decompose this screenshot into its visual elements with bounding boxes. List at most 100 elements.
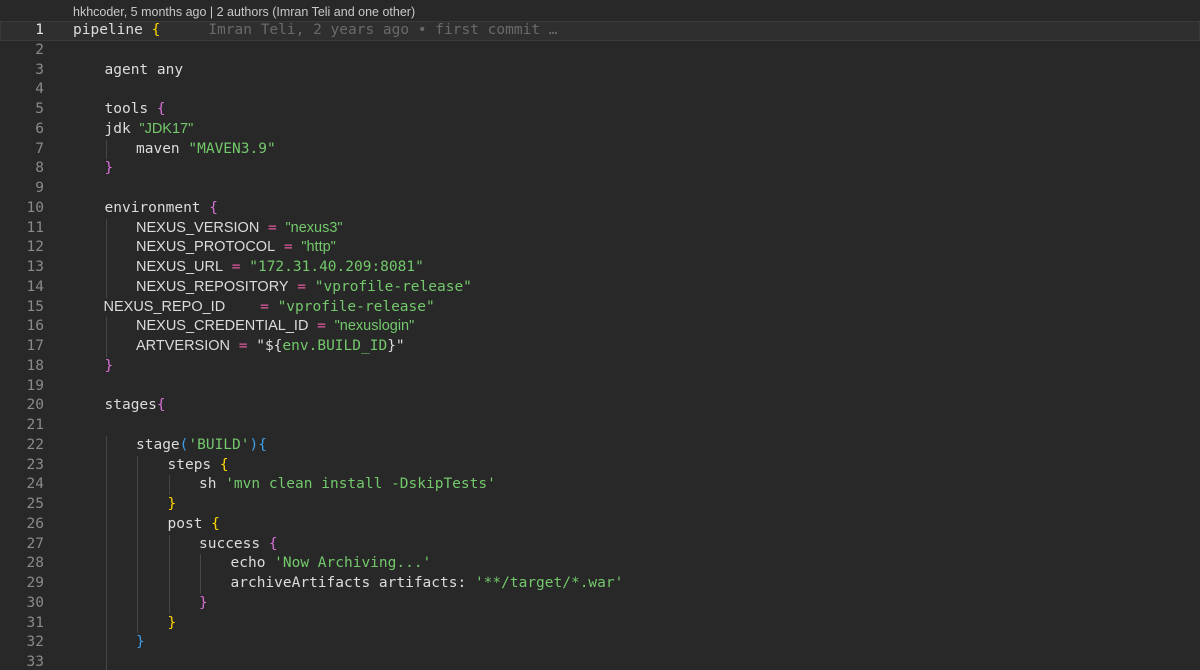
line-number[interactable]: 30 — [0, 594, 44, 614]
code-text[interactable]: maven "MAVEN3.9" — [136, 140, 276, 160]
code-line[interactable]: 28 echo 'Now Archiving...' — [0, 554, 1200, 574]
code-line[interactable]: 23 steps { — [0, 455, 1200, 476]
line-number[interactable]: 1 — [0, 21, 44, 41]
code-line[interactable]: 15 NEXUS_REPO_ID = "vprofile-release" — [0, 298, 1200, 318]
git-blame-annotation[interactable]: Imran Teli, 2 years ago • first commit … — [208, 22, 557, 38]
line-number[interactable]: 22 — [0, 436, 44, 456]
code-text[interactable]: } — [105, 357, 114, 377]
codelens-authors[interactable]: hkhcoder, 5 months ago | 2 authors (Imra… — [73, 4, 415, 21]
line-number[interactable]: 7 — [0, 140, 44, 160]
line-number[interactable]: 17 — [0, 337, 44, 357]
code-line[interactable]: 26 post { — [0, 514, 1200, 535]
line-number[interactable]: 15 — [0, 298, 44, 318]
line-number[interactable]: 32 — [0, 633, 44, 653]
code-line[interactable]: 11 NEXUS_VERSION = "nexus3" — [0, 218, 1200, 239]
code-token: "nexus3" — [285, 219, 343, 236]
code-text[interactable]: agent any — [105, 61, 184, 81]
code-text[interactable]: stage('BUILD'){ — [136, 436, 267, 456]
line-number[interactable]: 18 — [0, 357, 44, 377]
code-text[interactable]: NEXUS_CREDENTIAL_ID = "nexuslogin" — [136, 317, 414, 337]
code-text[interactable]: } — [168, 614, 177, 634]
code-line[interactable]: 12 NEXUS_PROTOCOL = "http" — [0, 238, 1200, 258]
line-number[interactable]: 11 — [0, 219, 44, 239]
code-text[interactable]: echo 'Now Archiving...' — [231, 554, 432, 574]
code-text[interactable]: } — [199, 594, 208, 614]
line-number[interactable]: 23 — [0, 456, 44, 476]
line-number[interactable]: 26 — [0, 515, 44, 535]
code-text[interactable]: } — [136, 633, 145, 653]
code-text[interactable]: environment { — [105, 199, 219, 219]
code-text[interactable]: NEXUS_PROTOCOL = "http" — [136, 238, 336, 258]
code-text[interactable]: stages{ — [105, 396, 166, 416]
code-text[interactable]: } — [105, 159, 114, 179]
code-line[interactable]: 17 ARTVERSION = "${env.BUILD_ID}" — [0, 337, 1200, 357]
line-number[interactable]: 12 — [0, 238, 44, 258]
line-number[interactable]: 9 — [0, 179, 44, 199]
code-text[interactable]: post { — [168, 515, 220, 535]
code-line[interactable]: 16 NEXUS_CREDENTIAL_ID = "nexuslogin" — [0, 317, 1200, 337]
code-token: NEXUS_VERSION — [136, 219, 260, 236]
code-text[interactable]: NEXUS_REPOSITORY = "vprofile-release" — [136, 278, 472, 298]
code-text[interactable]: pipeline {Imran Teli, 2 years ago • firs… — [73, 21, 558, 41]
code-text[interactable]: steps { — [168, 456, 229, 476]
line-number[interactable]: 14 — [0, 278, 44, 298]
code-line[interactable]: 8} — [0, 159, 1200, 179]
line-number[interactable]: 13 — [0, 258, 44, 278]
code-line[interactable]: 9 — [0, 179, 1200, 199]
line-number[interactable]: 33 — [0, 653, 44, 670]
code-text[interactable]: success { — [199, 535, 278, 555]
code-line[interactable]: 19 — [0, 377, 1200, 397]
code-editor[interactable]: 1 pipeline {Imran Teli, 2 years ago • fir… — [0, 21, 1200, 670]
code-line[interactable]: 13 NEXUS_URL = "172.31.40.209:8081" — [0, 258, 1200, 278]
line-number[interactable]: 19 — [0, 377, 44, 397]
code-text[interactable]: tools { — [105, 100, 166, 120]
line-number[interactable]: 10 — [0, 199, 44, 219]
code-line[interactable]: 4 — [0, 80, 1200, 100]
code-line[interactable]: 21 — [0, 416, 1200, 436]
code-text[interactable]: NEXUS_VERSION = "nexus3" — [136, 219, 343, 239]
code-line[interactable]: 18} — [0, 357, 1200, 377]
line-number[interactable]: 5 — [0, 100, 44, 120]
line-number[interactable]: 31 — [0, 614, 44, 634]
code-line[interactable]: 24 sh 'mvn clean install -DskipTests' — [0, 475, 1200, 495]
code-line[interactable]: 25} — [0, 495, 1200, 515]
code-line[interactable]: 22 stage('BUILD'){ — [0, 435, 1200, 456]
code-line[interactable]: 6 jdk "JDK17" — [0, 120, 1200, 140]
code-line[interactable]: 14 NEXUS_REPOSITORY = "vprofile-release" — [0, 277, 1200, 298]
code-text[interactable]: jdk "JDK17" — [105, 120, 194, 140]
line-number[interactable]: 16 — [0, 317, 44, 337]
code-token: "MAVEN3.9" — [188, 140, 276, 157]
code-line[interactable]: 7 maven "MAVEN3.9" — [0, 139, 1200, 160]
line-number[interactable]: 24 — [0, 475, 44, 495]
line-number[interactable]: 21 — [0, 416, 44, 436]
line-number[interactable]: 20 — [0, 396, 44, 416]
code-text[interactable]: NEXUS_URL = "172.31.40.209:8081" — [136, 258, 424, 278]
line-number[interactable]: 27 — [0, 535, 44, 555]
line-number[interactable]: 4 — [0, 80, 44, 100]
line-number[interactable]: 6 — [0, 120, 44, 140]
code-line[interactable]: 2 — [0, 41, 1200, 61]
code-line[interactable]: 3 agent any — [0, 61, 1200, 81]
code-line[interactable]: 31} — [0, 613, 1200, 634]
line-number[interactable]: 29 — [0, 574, 44, 594]
line-number[interactable]: 28 — [0, 554, 44, 574]
line-number[interactable]: 3 — [0, 61, 44, 81]
code-token: '**/target/*.war' — [474, 575, 624, 591]
line-number[interactable]: 2 — [0, 41, 44, 61]
line-number[interactable]: 25 — [0, 495, 44, 515]
code-text[interactable]: ARTVERSION = "${env.BUILD_ID}" — [136, 337, 405, 357]
code-text[interactable]: } — [168, 495, 177, 515]
code-line[interactable]: 30} — [0, 593, 1200, 614]
code-text[interactable]: archiveArtifacts artifacts: '**/target/*… — [231, 574, 624, 594]
code-line[interactable]: 32} — [0, 633, 1200, 653]
code-line[interactable]: 5 tools { — [0, 100, 1200, 120]
code-text[interactable]: sh 'mvn clean install -DskipTests' — [199, 475, 496, 495]
code-line[interactable]: 29 archiveArtifacts artifacts: '**/target… — [0, 574, 1200, 594]
code-line[interactable]: 27 success { — [0, 534, 1200, 555]
code-text[interactable]: NEXUS_REPO_ID = "vprofile-release" — [104, 298, 435, 318]
line-number[interactable]: 8 — [0, 159, 44, 179]
code-line[interactable]: 20 stages{ — [0, 396, 1200, 416]
code-line[interactable]: 1 pipeline {Imran Teli, 2 years ago • fir… — [0, 21, 1200, 41]
code-line[interactable]: 10 environment { — [0, 199, 1200, 219]
code-line[interactable]: 33 — [0, 653, 1200, 670]
